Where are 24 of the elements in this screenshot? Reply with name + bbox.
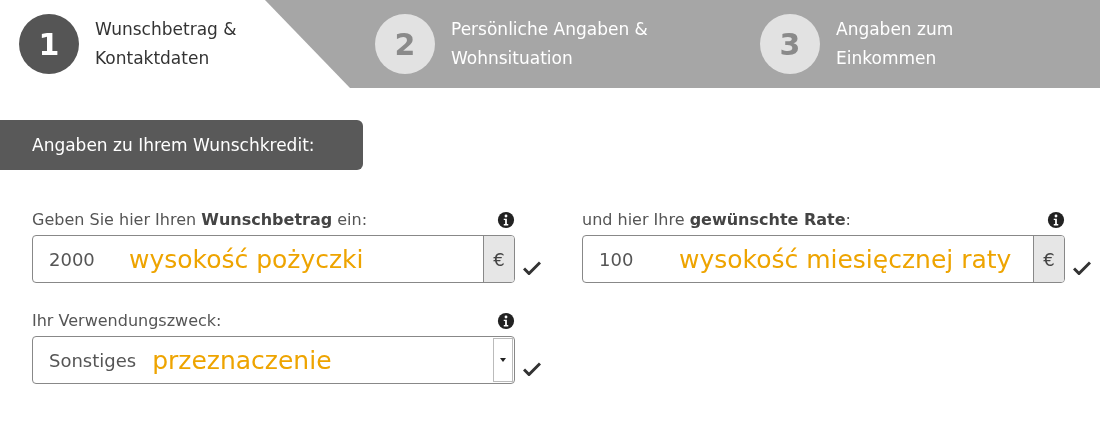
step-label: Wunschbetrag & Kontaktdaten — [95, 18, 238, 70]
step-label: Angaben zum Einkommen — [836, 18, 955, 70]
annotation: wysokość miesięcznej raty — [679, 244, 1013, 274]
info-icon[interactable] — [497, 311, 515, 330]
step-number: 3 — [760, 14, 820, 74]
field-value: Sonstiges — [48, 349, 137, 371]
currency-addon: € — [1033, 236, 1064, 282]
field-label: und hier Ihre gewünschte Rate: — [582, 210, 851, 229]
section-header: Angaben zu Ihrem Wunschkredit: — [0, 120, 363, 170]
field-value: 2000 — [48, 248, 96, 270]
select-field[interactable]: Sonstiges przeznaczenie — [32, 336, 515, 384]
field-label: Ihr Verwendungszweck: — [32, 311, 222, 330]
annotation: wysokość pożyczki — [129, 244, 365, 274]
field-label: Geben Sie hier Ihren Wunschbetrag ein: — [32, 210, 368, 229]
step-number: 1 — [19, 14, 79, 74]
input-field[interactable]: 100 wysokość miesięcznej raty € — [582, 235, 1065, 283]
annotation: przeznaczenie — [152, 345, 333, 375]
step-number: 2 — [375, 14, 435, 74]
field-value: 100 — [598, 248, 635, 270]
info-icon[interactable] — [1047, 210, 1065, 229]
input-field[interactable]: 2000 wysokość pożyczki € — [32, 235, 515, 283]
currency-addon: € — [483, 236, 514, 282]
step-label: Persönliche Angaben & Wohnsituation — [451, 18, 649, 70]
info-icon[interactable] — [497, 210, 515, 229]
